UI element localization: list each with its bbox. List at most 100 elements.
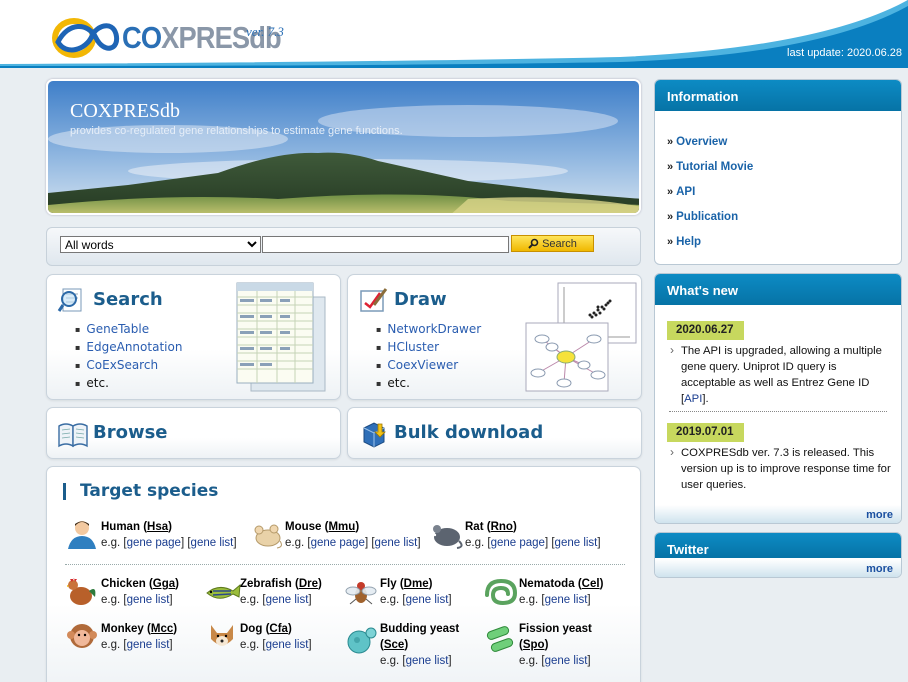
eg-label: e.g. — [101, 594, 121, 606]
networkdrawer-link[interactable]: NetworkDrawer — [387, 322, 481, 336]
list-item[interactable]: EdgeAnnotation — [75, 339, 182, 357]
species-abbr-link[interactable]: Sce — [384, 639, 404, 651]
edgeannotation-link[interactable]: EdgeAnnotation — [86, 340, 182, 354]
list-item[interactable]: HCluster — [376, 339, 481, 357]
magnifier-icon — [528, 238, 539, 249]
target-species-title: Target species — [63, 483, 218, 500]
publication-link[interactable]: Publication — [676, 211, 738, 223]
search-panel: Search GeneTable EdgeAnnotation CoExSear… — [46, 274, 341, 400]
gene-list-link[interactable]: gene list — [266, 639, 309, 651]
list-item[interactable]: API — [667, 180, 753, 205]
download-box-icon — [363, 422, 386, 448]
species-monkey: Monkey (Mcc) e.g. [gene list] — [101, 623, 178, 651]
eg-label: e.g. — [519, 655, 539, 667]
species-abbr-link[interactable]: Cel — [582, 578, 600, 590]
tutorial-movie-link[interactable]: Tutorial Movie — [676, 161, 753, 173]
search-panel-title[interactable]: Search — [93, 289, 163, 310]
news-api-link[interactable]: API — [684, 393, 702, 405]
list-item[interactable]: Tutorial Movie — [667, 155, 753, 180]
coxpresdb-logo-icon[interactable] — [48, 12, 120, 62]
gene-list-link[interactable]: gene list — [545, 655, 588, 667]
gene-page-link[interactable]: gene page — [491, 537, 545, 549]
species-name: Rat — [465, 521, 484, 533]
bulk-download-panel-title[interactable]: Bulk download — [394, 422, 543, 443]
gene-list-link[interactable]: gene list — [545, 594, 588, 606]
gene-list-link[interactable]: gene list — [555, 537, 598, 549]
api-link[interactable]: API — [676, 186, 695, 198]
species-abbr-link[interactable]: Dre — [299, 578, 318, 590]
browse-panel[interactable]: Browse — [46, 407, 341, 459]
species-abbr-link[interactable]: Mcc — [151, 623, 173, 635]
search-button[interactable]: Search — [511, 235, 594, 252]
etc-label: etc. — [387, 376, 410, 390]
help-link[interactable]: Help — [676, 236, 701, 248]
twitter-more-link[interactable]: more — [866, 563, 893, 575]
news-divider — [669, 411, 887, 412]
eg-label: e.g. — [101, 639, 121, 651]
gene-list-link[interactable]: gene list — [127, 594, 170, 606]
species-fly: Fly (Dme) e.g. [gene list] — [380, 578, 452, 606]
gene-list-link[interactable]: gene list — [266, 594, 309, 606]
news-text-body: The API is upgraded, allowing a multiple… — [681, 345, 882, 405]
gene-list-link[interactable]: gene list — [127, 639, 170, 651]
species-abbr-link[interactable]: Dme — [404, 578, 429, 590]
browse-panel-title[interactable]: Browse — [93, 422, 168, 443]
whats-new-more-link[interactable]: more — [866, 509, 893, 521]
eg-label: e.g. — [285, 537, 305, 549]
species-abbr-link[interactable]: Hsa — [147, 521, 168, 533]
coexviewer-link[interactable]: CoexViewer — [387, 358, 458, 372]
list-item[interactable]: NetworkDrawer — [376, 321, 481, 339]
monkey-icon — [67, 624, 97, 648]
information-box: Information Overview Tutorial Movie API … — [654, 79, 902, 265]
gene-list-link[interactable]: gene list — [406, 655, 449, 667]
list-item[interactable]: CoExSearch — [75, 357, 182, 375]
gene-list-link[interactable]: gene list — [375, 537, 418, 549]
list-item[interactable]: Overview — [667, 130, 753, 155]
search-button-label: Search — [542, 237, 577, 250]
list-item[interactable]: CoexViewer — [376, 357, 481, 375]
chicken-icon — [67, 578, 96, 605]
list-item: etc. — [376, 375, 481, 393]
draw-tools-list: NetworkDrawer HCluster CoexViewer etc. — [376, 321, 481, 393]
target-species-panel: Target species Human (Hsa) e.g. [gene pa… — [46, 466, 641, 682]
fission-yeast-icon — [486, 626, 514, 652]
twitter-title: Twitter — [655, 533, 901, 558]
news-text-body: COXPRESdb ver. 7.3 is released. This ver… — [681, 447, 891, 491]
gene-page-link[interactable]: gene page — [311, 537, 365, 549]
species-name: Monkey — [101, 623, 144, 635]
gene-page-link[interactable]: gene page — [127, 537, 181, 549]
species-name: Mouse — [285, 521, 322, 533]
species-name: Budding yeast — [380, 623, 460, 635]
list-item[interactable]: Publication — [667, 205, 753, 230]
species-abbr-link[interactable]: Gga — [153, 578, 175, 590]
hcluster-link[interactable]: HCluster — [387, 340, 439, 354]
eg-label: e.g. — [380, 655, 400, 667]
draw-panel-title[interactable]: Draw — [394, 289, 447, 310]
eg-label: e.g. — [240, 639, 260, 651]
species-abbr-link[interactable]: Rno — [491, 521, 513, 533]
coexsearch-link[interactable]: CoExSearch — [86, 358, 158, 372]
eg-label: e.g. — [101, 537, 121, 549]
species-abbr-link[interactable]: Spo — [523, 639, 545, 651]
bulk-download-panel[interactable]: Bulk download — [347, 407, 642, 459]
gene-list-link[interactable]: gene list — [406, 594, 449, 606]
species-name: Nematoda — [519, 578, 575, 590]
hero-title: COXPRESdb — [70, 100, 181, 122]
species-abbr-link[interactable]: Cfa — [269, 623, 288, 635]
search-query-input[interactable] — [262, 236, 509, 253]
list-item[interactable]: GeneTable — [75, 321, 182, 339]
gene-table-screenshot-image — [236, 282, 326, 392]
species-nematoda: Nematoda (Cel) e.g. [gene list] — [519, 578, 604, 606]
genetable-link[interactable]: GeneTable — [86, 322, 149, 336]
news-text-tail: ]. — [702, 393, 709, 405]
news-text: COXPRESdb ver. 7.3 is released. This ver… — [669, 444, 893, 493]
gene-list-link[interactable]: gene list — [191, 537, 234, 549]
whats-new-footer — [655, 505, 901, 523]
species-abbr-link[interactable]: Mmu — [328, 521, 355, 533]
last-update-label: last update: 2020.06.28 — [787, 47, 902, 59]
search-mode-select[interactable]: All words — [60, 236, 261, 253]
dog-icon — [211, 625, 233, 646]
list-item[interactable]: Help — [667, 230, 753, 255]
whats-new-box: What's new 2020.06.27 The API is upgrade… — [654, 273, 902, 524]
overview-link[interactable]: Overview — [676, 136, 727, 148]
